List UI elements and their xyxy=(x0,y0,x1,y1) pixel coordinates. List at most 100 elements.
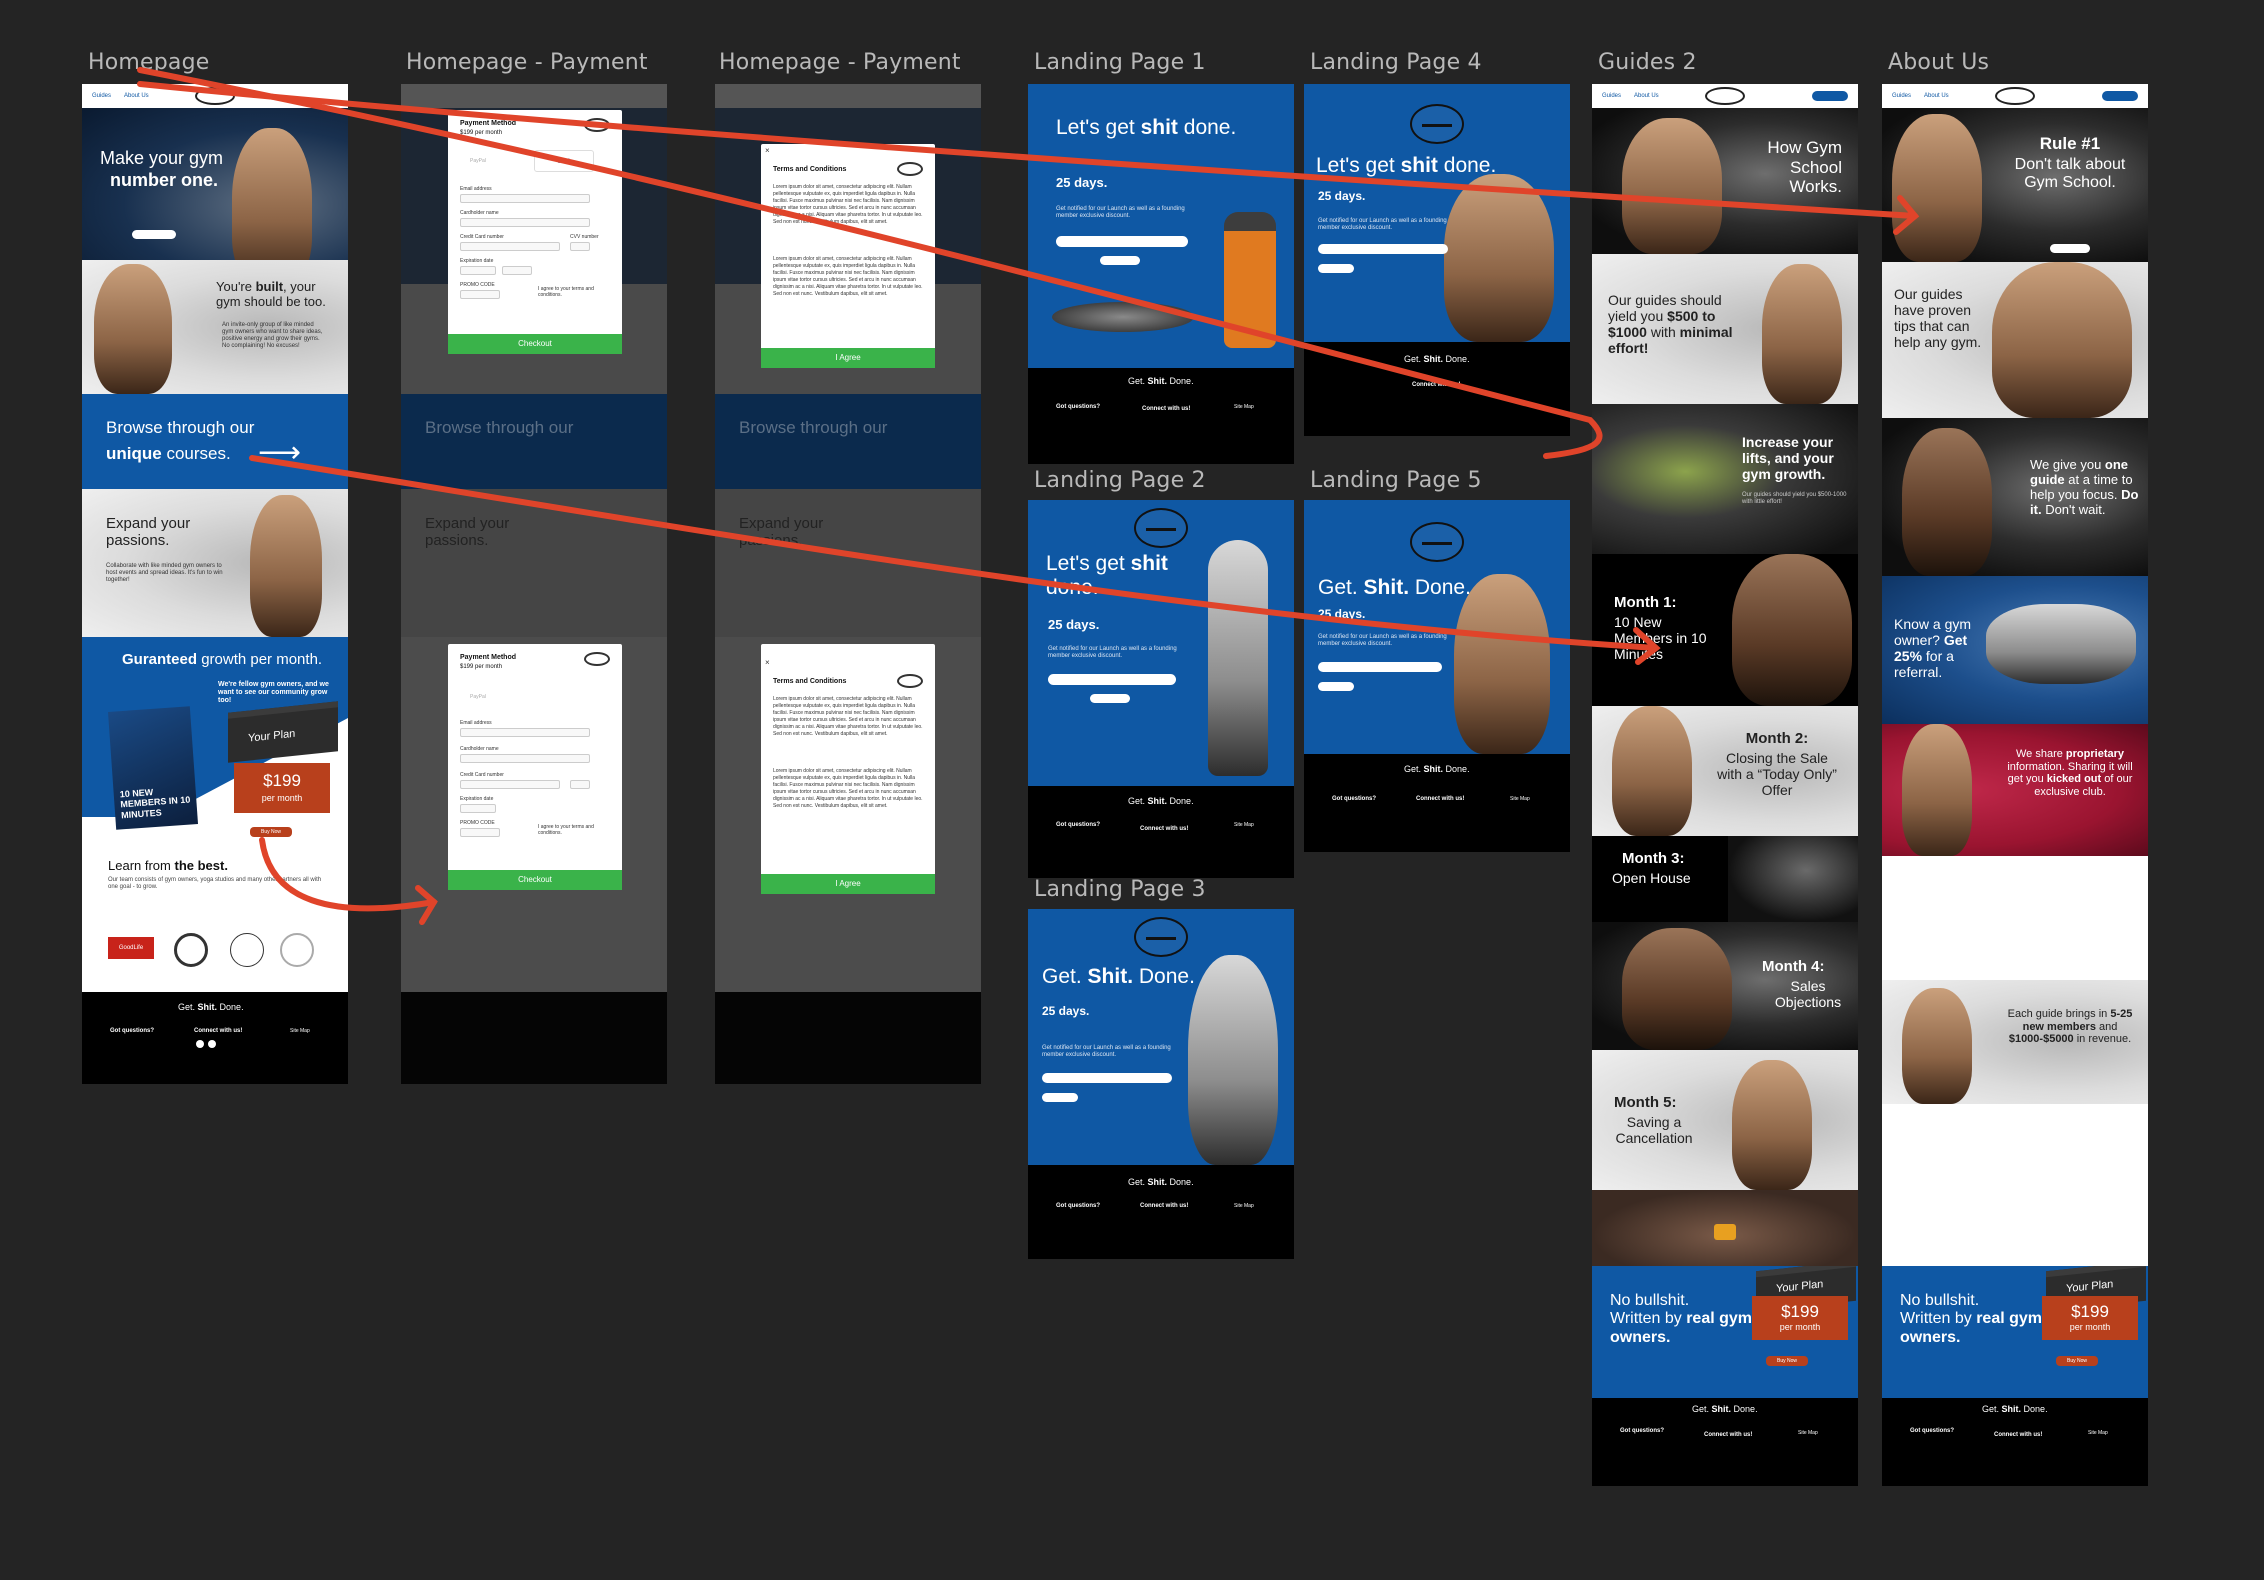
frame-label-about[interactable]: About Us xyxy=(1888,50,1989,75)
lp1-email-input[interactable] xyxy=(1056,236,1188,247)
rule-cta-button[interactable] xyxy=(2050,244,2090,253)
nav-about-link[interactable]: About Us xyxy=(1634,93,1659,99)
about-footer-tag: Get. Shit. Done. xyxy=(1982,1404,2048,1414)
dim-browse-text-b: Browse through our xyxy=(739,418,888,437)
built-body: An invite-only group of like minded gym … xyxy=(222,322,323,349)
lp5-footer-tag: Get. Shit. Done. xyxy=(1404,764,1470,774)
frame-label-lp1[interactable]: Landing Page 1 xyxy=(1034,50,1206,75)
expiry-month-field[interactable] xyxy=(460,266,496,275)
get-started-button[interactable] xyxy=(1812,91,1848,101)
expiry-year-field[interactable] xyxy=(502,266,532,275)
top-nav: Guides About Us xyxy=(1882,84,2148,108)
video-thumbnail[interactable] xyxy=(1592,1190,1858,1266)
frame-label-payment-a[interactable]: Homepage - Payment xyxy=(406,50,648,75)
email-field[interactable] xyxy=(460,194,590,203)
referral-section: Know a gym owner? Get 25% for a referral… xyxy=(1882,576,2148,724)
nav-about-link[interactable]: About Us xyxy=(1924,93,1949,99)
lp3-email-input[interactable] xyxy=(1042,1073,1172,1083)
cardholder-field[interactable] xyxy=(460,218,590,227)
barbell-logo-icon[interactable] xyxy=(1995,87,2035,105)
email-field-2[interactable] xyxy=(460,728,590,737)
lp2-footer-map: Site Map xyxy=(1234,822,1254,828)
frame-label-lp5[interactable]: Landing Page 5 xyxy=(1310,468,1482,493)
barbell-logo-icon[interactable] xyxy=(1705,87,1745,105)
frame-label-lp4[interactable]: Landing Page 4 xyxy=(1310,50,1482,75)
barbell-logo-icon[interactable] xyxy=(195,87,235,105)
cvv-field[interactable] xyxy=(570,242,590,251)
nav-guides-link[interactable]: Guides xyxy=(1892,93,1911,99)
paypal-option-2[interactable]: PayPal xyxy=(470,694,486,700)
cvv-field-2[interactable] xyxy=(570,780,590,789)
expand-body: Collaborate with like minded gym owners … xyxy=(106,563,223,583)
lp2-submit-button[interactable] xyxy=(1090,694,1130,703)
expiry-field-2[interactable] xyxy=(460,804,496,813)
paypal-option[interactable]: PayPal xyxy=(470,158,486,164)
top-nav: Guides About Us xyxy=(82,84,348,108)
terms-checkbox-label-2[interactable]: I agree to your terms and conditions. xyxy=(538,824,602,836)
lp1-submit-button[interactable] xyxy=(1100,256,1140,265)
lp1-footer-connect: Connect with us! xyxy=(1142,406,1191,412)
nav-guides-link[interactable]: Guides xyxy=(1602,93,1621,99)
card-number-field[interactable] xyxy=(460,242,560,251)
lp1-frame: Let's get shit done. 25 days. Get notifi… xyxy=(1028,84,1294,464)
browse-section[interactable]: Browse through our unique courses. ⟶ xyxy=(82,394,348,489)
about-buy-now-button[interactable]: Buy Now xyxy=(2056,1356,2098,1366)
month-2-section[interactable]: Month 2: Closing the Sale with a “Today … xyxy=(1592,706,1858,836)
frame-label-lp3[interactable]: Landing Page 3 xyxy=(1034,877,1206,902)
i-agree-button[interactable]: I Agree xyxy=(761,348,935,368)
promo-field[interactable] xyxy=(460,290,500,299)
month-2-label: Month 2: xyxy=(1745,730,1809,747)
close-icon[interactable]: × xyxy=(765,658,770,667)
close-icon[interactable]: × xyxy=(765,146,770,155)
lp5-footer-map: Site Map xyxy=(1510,796,1530,802)
dim-expand-text-b: Expand your passions. xyxy=(739,515,824,550)
month-3-section[interactable]: Month 3: Open House xyxy=(1592,836,1858,922)
lp3-submit-button[interactable] xyxy=(1042,1093,1078,1102)
partner-logo-2 xyxy=(174,933,208,967)
visa-option[interactable]: VISA xyxy=(534,150,594,172)
checkout-button-2[interactable]: Checkout xyxy=(448,870,622,890)
checkout-button[interactable]: Checkout xyxy=(448,334,622,354)
guides-footer-q: Got questions? xyxy=(1620,1428,1664,1434)
lp5-email-input[interactable] xyxy=(1318,662,1442,672)
i-agree-button-2[interactable]: I Agree xyxy=(761,874,935,894)
lp4-submit-button[interactable] xyxy=(1318,264,1354,273)
promo-field-2[interactable] xyxy=(460,828,500,837)
dim-footer xyxy=(401,992,667,1084)
month-1-section[interactable]: Month 1: 10 New Members in 10 Minutes xyxy=(1592,554,1858,706)
card-number-field-2[interactable] xyxy=(460,780,560,789)
guides-price-box: $199 per month xyxy=(1752,1296,1848,1340)
month-4-section[interactable]: Month 4: Sales Objections xyxy=(1592,922,1858,1050)
get-started-button[interactable] xyxy=(2102,91,2138,101)
book-cover-image: 10 NEW MEMBERS IN 10 MINUTES xyxy=(107,706,199,830)
about-spacer-1 xyxy=(1882,856,2148,980)
terms-checkbox-label[interactable]: I agree to your terms and conditions. xyxy=(538,286,602,298)
footer-connect: Connect with us! xyxy=(194,1028,243,1034)
lp5-submit-button[interactable] xyxy=(1318,682,1354,691)
buy-now-button[interactable]: Buy Now xyxy=(250,827,292,837)
instagram-icon[interactable] xyxy=(208,1040,216,1048)
hero-title: Make your gym xyxy=(100,148,224,168)
barbell-logo-icon xyxy=(584,118,610,132)
hero-get-started-button[interactable] xyxy=(132,230,176,239)
play-icon[interactable] xyxy=(1714,1224,1736,1240)
lp2-email-input[interactable] xyxy=(1048,674,1176,685)
nav-about-link[interactable]: About Us xyxy=(124,93,149,99)
built-title: You're built, your gym should be too. xyxy=(216,279,341,310)
cardholder-field-2[interactable] xyxy=(460,754,590,763)
month-1-image xyxy=(1732,554,1852,706)
lp1-lets: Let's get xyxy=(1056,116,1135,139)
frame-label-payment-b[interactable]: Homepage - Payment xyxy=(719,50,961,75)
facebook-icon[interactable] xyxy=(196,1040,204,1048)
lp4-email-input[interactable] xyxy=(1318,244,1448,254)
month-5-section[interactable]: Month 5: Saving a Cancellation xyxy=(1592,1050,1858,1190)
frame-label-homepage[interactable]: Homepage xyxy=(88,50,210,75)
lp4-hero: Let's get shit done. 25 days. Get notifi… xyxy=(1304,84,1570,342)
dim-expand-b: Expand your passions. xyxy=(715,489,981,637)
frame-label-guides2[interactable]: Guides 2 xyxy=(1598,50,1697,75)
arrow-right-icon[interactable]: ⟶ xyxy=(258,436,301,471)
frame-label-lp2[interactable]: Landing Page 2 xyxy=(1034,468,1206,493)
terms-body-4: Lorem ipsum dolor sit amet, consectetur … xyxy=(773,768,923,809)
guides-buy-now-button[interactable]: Buy Now xyxy=(1766,1356,1808,1366)
nav-guides-link[interactable]: Guides xyxy=(92,93,111,99)
